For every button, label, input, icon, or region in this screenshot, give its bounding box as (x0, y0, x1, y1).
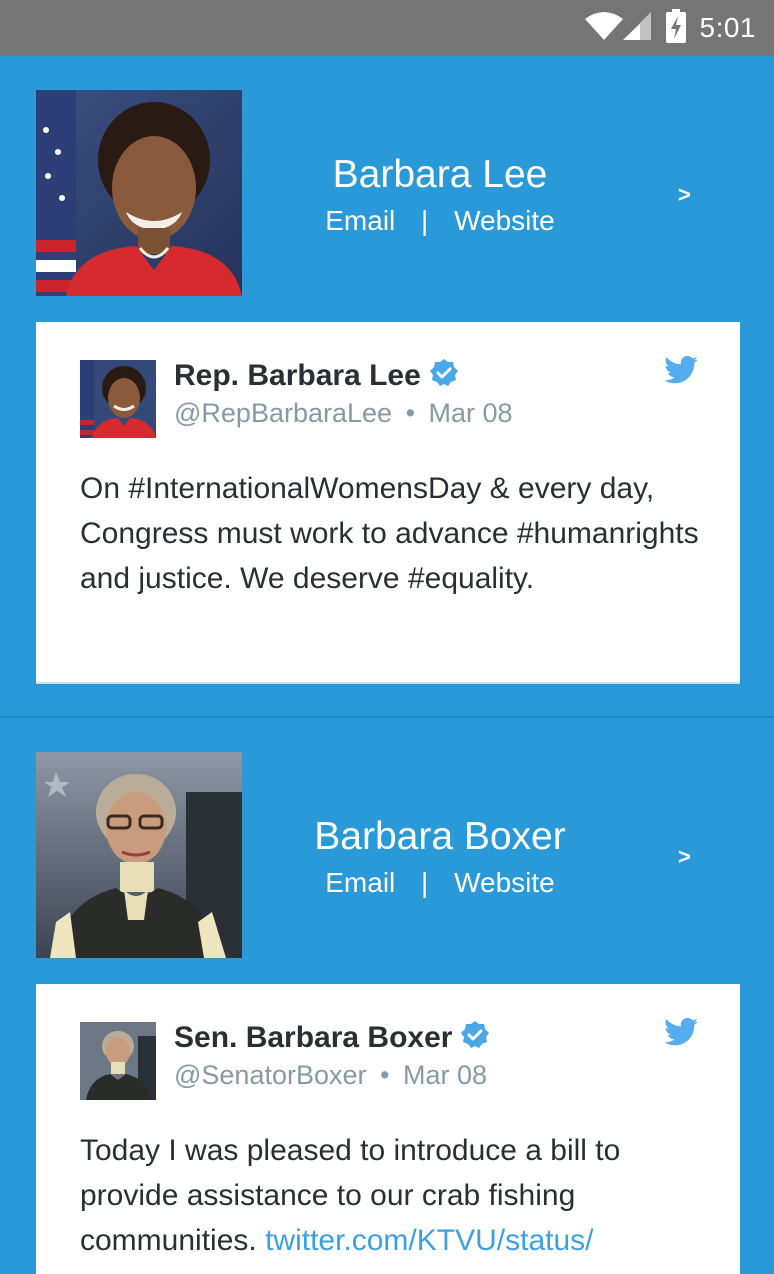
twitter-bird-icon[interactable] (664, 1018, 698, 1051)
website-link[interactable]: Website (454, 205, 555, 236)
tweet-handle-line: @SenatorBoxer • Mar 08 (174, 1060, 487, 1091)
tweet-card[interactable]: Rep. Barbara Lee @RepBarbaraLee • Mar 08… (36, 322, 740, 684)
email-link[interactable]: Email (325, 867, 395, 898)
battery-charging-icon (665, 8, 686, 48)
tweet-dot: • (405, 398, 416, 428)
tweet-avatar (80, 360, 156, 438)
tweet-card[interactable]: Sen. Barbara Boxer @SenatorBoxer • Mar 0… (36, 984, 740, 1274)
tweet-author[interactable]: Rep. Barbara Lee (174, 358, 459, 393)
status-icons: 5:01 (584, 8, 757, 48)
cell-signal-icon (622, 11, 652, 46)
website-link[interactable]: Website (454, 867, 555, 898)
tweet-text: Today I was pleased to introduce a bill … (80, 1128, 700, 1263)
rep-info: Barbara Lee Email | Website (242, 152, 638, 238)
rep-links: Email | Website (242, 866, 638, 900)
rep-info: Barbara Boxer Email | Website (242, 814, 638, 900)
tweet-link[interactable]: twitter.com/KTVU/status/ (265, 1224, 593, 1257)
verified-badge-icon (460, 1020, 490, 1055)
rep-name: Barbara Boxer (314, 815, 566, 858)
chevron-right-icon[interactable]: > (678, 844, 691, 870)
rep-name: Barbara Lee (332, 153, 548, 196)
tweet-date[interactable]: Mar 08 (403, 1060, 487, 1090)
tweet-avatar (80, 1022, 156, 1100)
tweet-author[interactable]: Sen. Barbara Boxer (174, 1020, 490, 1055)
tweet-handle[interactable]: @RepBarbaraLee (174, 398, 392, 428)
tweet-date[interactable]: Mar 08 (429, 398, 513, 428)
chevron-right-icon[interactable]: > (678, 182, 691, 208)
tweet-author-name: Rep. Barbara Lee (174, 358, 421, 392)
email-link[interactable]: Email (325, 205, 395, 236)
rep-card[interactable]: Barbara Boxer Email | Website > Sen. Bar… (0, 718, 774, 1274)
tweet-handle-line: @RepBarbaraLee • Mar 08 (174, 398, 513, 429)
tweet-author-name: Sen. Barbara Boxer (174, 1020, 453, 1054)
tweet-handle[interactable]: @SenatorBoxer (174, 1060, 367, 1090)
verified-badge-icon (429, 358, 459, 393)
rep-photo (36, 90, 242, 296)
status-time: 5:01 (699, 12, 756, 43)
status-bar: 5:01 (0, 0, 774, 56)
twitter-bird-icon[interactable] (664, 356, 698, 389)
rep-links: Email | Website (242, 204, 638, 238)
link-separator: | (421, 205, 429, 236)
rep-photo (36, 752, 242, 958)
tweet-dot: • (380, 1060, 390, 1090)
link-separator: | (421, 867, 429, 898)
wifi-icon (584, 11, 624, 46)
tweet-text: On #InternationalWomensDay & every day, … (80, 466, 700, 601)
rep-card[interactable]: Barbara Lee Email | Website > Rep. Barba… (0, 56, 774, 718)
tweet-body: On #InternationalWomensDay & every day, … (80, 472, 699, 595)
